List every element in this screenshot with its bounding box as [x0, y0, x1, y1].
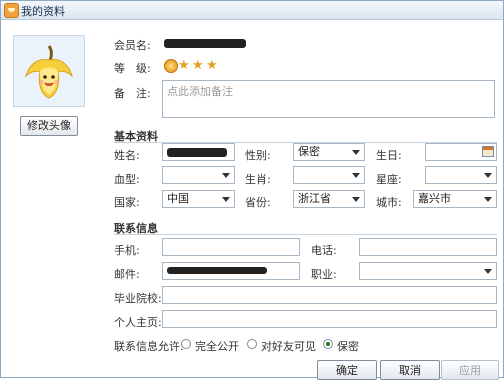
city-label: 城市: — [376, 196, 402, 209]
mobile-label: 手机: — [114, 244, 140, 257]
constellation-label: 星座: — [376, 173, 402, 186]
chevron-down-icon — [222, 197, 230, 202]
name-label: 姓名: — [114, 149, 140, 162]
avatar — [13, 35, 85, 107]
city-select[interactable]: 嘉兴市 — [413, 190, 497, 208]
note-label: 备 注: — [114, 87, 151, 100]
school-field[interactable] — [162, 286, 497, 304]
email-label: 邮件: — [114, 268, 140, 281]
chevron-down-icon — [484, 269, 492, 274]
homepage-field[interactable] — [162, 310, 497, 328]
gender-label: 性别: — [245, 149, 271, 162]
ok-button[interactable]: 确定 — [317, 360, 377, 380]
country-select[interactable]: 中国 — [162, 190, 235, 208]
chevron-down-icon — [352, 197, 360, 202]
member-name-label: 会员名: — [114, 39, 151, 52]
chevron-down-icon — [484, 197, 492, 202]
birthday-label: 生日: — [376, 149, 402, 162]
phone-label: 电话: — [311, 244, 337, 257]
banana-avatar-icon — [24, 45, 74, 99]
profile-window: 我的资料 修改头像 会员名: 等 级: ★ ★ ★ 备 注: 点此添加备注 基本… — [0, 0, 504, 380]
avatar-panel: 修改头像 — [1, 20, 94, 377]
level-label: 等 级: — [114, 62, 151, 75]
blood-type-select[interactable] — [162, 166, 235, 184]
province-value: 浙江省 — [298, 192, 331, 205]
chevron-down-icon — [484, 173, 492, 178]
privacy-radio-public[interactable] — [181, 339, 191, 349]
school-label: 毕业院校: — [114, 292, 162, 305]
note-input[interactable]: 点此添加备注 — [162, 80, 495, 118]
chevron-down-icon — [352, 173, 360, 178]
email-redacted — [167, 267, 267, 274]
zodiac-select[interactable] — [293, 166, 365, 184]
country-value: 中国 — [167, 192, 189, 205]
title-bar: 我的资料 — [1, 1, 503, 20]
job-label: 职业: — [311, 268, 337, 281]
window-title: 我的资料 — [21, 5, 65, 18]
homepage-label: 个人主页: — [114, 316, 162, 329]
star-icon: ★ — [192, 58, 204, 73]
phone-field[interactable] — [359, 238, 497, 256]
privacy-option-friends: 对好友可见 — [261, 340, 316, 353]
mobile-field[interactable] — [162, 238, 300, 256]
job-select[interactable] — [359, 262, 497, 280]
birthday-field[interactable] — [425, 143, 497, 161]
edit-avatar-button[interactable]: 修改头像 — [20, 116, 78, 136]
privacy-radio-private[interactable] — [323, 339, 333, 349]
chevron-down-icon — [352, 150, 360, 155]
sun-icon — [164, 59, 178, 73]
chevron-down-icon — [222, 173, 230, 178]
star-icon: ★ — [178, 58, 190, 73]
member-name-redacted — [164, 39, 246, 48]
constellation-select[interactable] — [425, 166, 497, 184]
privacy-label: 联系信息允许: — [114, 340, 184, 353]
province-select[interactable]: 浙江省 — [293, 190, 365, 208]
cancel-button[interactable]: 取消 — [380, 360, 440, 380]
calendar-icon[interactable] — [482, 146, 494, 157]
province-label: 省份: — [245, 196, 271, 209]
gender-select[interactable]: 保密 — [293, 143, 365, 161]
city-value: 嘉兴市 — [418, 192, 451, 205]
divider — [114, 234, 497, 235]
zodiac-label: 生肖: — [245, 173, 271, 186]
country-label: 国家: — [114, 196, 140, 209]
apply-button[interactable]: 应用 — [441, 360, 499, 380]
star-icon: ★ — [206, 58, 218, 73]
blood-type-label: 血型: — [114, 173, 140, 186]
app-icon — [4, 3, 19, 18]
privacy-option-public: 完全公开 — [195, 340, 239, 353]
privacy-radio-friends[interactable] — [247, 339, 257, 349]
privacy-option-private: 保密 — [337, 340, 359, 353]
gender-value: 保密 — [298, 145, 320, 158]
name-redacted — [167, 148, 227, 157]
